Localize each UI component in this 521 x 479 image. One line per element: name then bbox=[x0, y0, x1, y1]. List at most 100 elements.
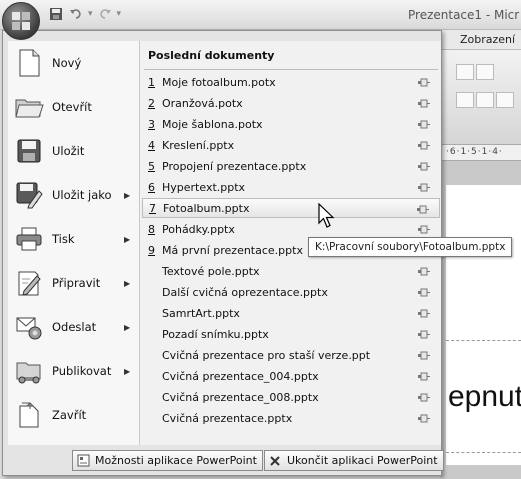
menu-command-label: Zavřít bbox=[52, 408, 87, 422]
recent-document-item[interactable]: 7 Fotoalbum.pptx bbox=[142, 198, 440, 218]
menu-command-close-document[interactable]: Zavřít bbox=[8, 393, 139, 437]
menu-command-publish[interactable]: Publikovat ▶ bbox=[8, 349, 139, 393]
recent-document-item[interactable]: Cvičná prezentace pro staší verze.ppt bbox=[142, 345, 440, 365]
menu-command-open-folder[interactable]: Otevřít bbox=[8, 85, 139, 129]
recent-document-name: Kreslení.pptx bbox=[162, 138, 235, 152]
undo-icon[interactable] bbox=[68, 6, 84, 22]
recent-document-name: SamrtArt.pptx bbox=[162, 306, 240, 320]
submenu-arrow-icon: ▶ bbox=[124, 366, 131, 376]
menu-command-label: Odeslat bbox=[52, 320, 97, 334]
numbering-icon[interactable] bbox=[476, 64, 494, 80]
slide[interactable] bbox=[446, 185, 521, 465]
pin-icon[interactable] bbox=[418, 371, 430, 381]
tooltip: K:\Pracovní soubory\Fotoalbum.pptx bbox=[308, 237, 513, 257]
menu-footer: Možnosti aplikace PowerPoint Ukončit apl… bbox=[8, 447, 444, 475]
menu-command-label: Nový bbox=[52, 56, 82, 70]
menu-command-prepare[interactable]: Připravit ▶ bbox=[8, 261, 139, 305]
recent-document-name: Fotoalbum.pptx bbox=[163, 201, 250, 215]
recent-document-item[interactable]: 3 Moje šablona.potx bbox=[142, 114, 440, 134]
recent-document-item[interactable]: 1 Moje fotoalbum.potx bbox=[142, 72, 440, 92]
options-button[interactable]: Možnosti aplikace PowerPoint bbox=[72, 450, 263, 471]
quick-access-toolbar: ▾ ▾ bbox=[48, 4, 121, 24]
recent-document-number: 9 bbox=[148, 243, 155, 257]
recent-document-name: Další cvičná oprezentace.pptx bbox=[162, 285, 328, 299]
recent-documents-header: Poslední dokumenty bbox=[148, 49, 275, 62]
recent-document-item[interactable]: SamrtArt.pptx bbox=[142, 303, 440, 323]
close-document-icon bbox=[14, 400, 44, 430]
recent-document-item[interactable]: Pozadí snímku.pptx bbox=[142, 324, 440, 344]
placeholder-border bbox=[446, 452, 521, 453]
menu-command-save-as[interactable]: Uložit jako ▶ bbox=[8, 173, 139, 217]
printer-icon bbox=[14, 224, 44, 254]
align-right-icon[interactable] bbox=[496, 92, 514, 108]
recent-document-number: 1 bbox=[148, 75, 155, 89]
publish-icon bbox=[14, 356, 44, 386]
recent-document-item[interactable]: 6 Hypertext.pptx bbox=[142, 177, 440, 197]
pin-icon[interactable] bbox=[418, 182, 430, 192]
pin-icon[interactable] bbox=[418, 392, 430, 402]
placeholder-border bbox=[446, 340, 521, 341]
menu-command-printer[interactable]: Tisk ▶ bbox=[8, 217, 139, 261]
exit-button[interactable]: Ukončit aplikaci PowerPoint bbox=[264, 450, 444, 471]
recent-document-item[interactable]: 2 Oranžová.potx bbox=[142, 93, 440, 113]
recent-document-name: Cvičná prezentace_008.pptx bbox=[162, 390, 319, 404]
exit-label: Ukončit aplikaci PowerPoint bbox=[287, 454, 438, 467]
menu-command-new-document[interactable]: Nový bbox=[8, 41, 139, 85]
pin-icon[interactable] bbox=[418, 329, 430, 339]
bullets-icon[interactable] bbox=[456, 64, 474, 80]
pin-icon[interactable] bbox=[418, 119, 430, 129]
options-icon bbox=[76, 454, 90, 468]
recent-document-number: 2 bbox=[148, 96, 155, 110]
ruler: ·6·1·5·1·4· bbox=[440, 145, 521, 161]
recent-document-item[interactable]: 8 Pohádky.pptx bbox=[142, 219, 440, 239]
recent-document-name: Cvičná prezentace_004.pptx bbox=[162, 369, 319, 383]
recent-document-item[interactable]: Cvičná prezentace.pptx bbox=[142, 408, 440, 428]
recent-document-item[interactable]: Textové pole.pptx bbox=[142, 261, 440, 281]
ribbon-tabs: Zobrazení bbox=[440, 30, 521, 50]
chevron-down-icon[interactable]: ▾ bbox=[88, 9, 93, 19]
pin-icon[interactable] bbox=[418, 413, 430, 423]
submenu-arrow-icon: ▶ bbox=[124, 278, 131, 288]
slide-title-text[interactable]: epnut bbox=[448, 380, 521, 414]
save-icon[interactable] bbox=[48, 6, 64, 22]
open-folder-icon bbox=[14, 92, 44, 122]
office-logo-icon bbox=[12, 12, 30, 30]
recent-document-item[interactable]: 5 Propojení prezentace.pptx bbox=[142, 156, 440, 176]
office-button[interactable] bbox=[2, 2, 40, 40]
redo-icon[interactable] bbox=[97, 6, 113, 22]
close-icon bbox=[268, 454, 282, 468]
pin-icon[interactable] bbox=[417, 204, 429, 214]
recent-document-item[interactable]: Cvičná prezentace_004.pptx bbox=[142, 366, 440, 386]
recent-document-item[interactable]: Cvičná prezentace_008.pptx bbox=[142, 387, 440, 407]
pin-icon[interactable] bbox=[418, 224, 430, 234]
tab-zobrazeni[interactable]: Zobrazení bbox=[460, 33, 515, 46]
send-icon bbox=[14, 312, 44, 342]
recent-document-name: Propojení prezentace.pptx bbox=[162, 159, 307, 173]
pin-icon[interactable] bbox=[418, 140, 430, 150]
pin-icon[interactable] bbox=[418, 77, 430, 87]
save-disk-icon bbox=[14, 136, 44, 166]
new-document-icon bbox=[14, 48, 44, 78]
recent-document-item[interactable]: Další cvičná oprezentace.pptx bbox=[142, 282, 440, 302]
ruler-marks: ·6·1·5·1·4· bbox=[446, 147, 503, 157]
recent-document-name: Hypertext.pptx bbox=[162, 180, 246, 194]
recent-document-number: 3 bbox=[148, 117, 155, 131]
recent-document-item[interactable]: 4 Kreslení.pptx bbox=[142, 135, 440, 155]
pin-icon[interactable] bbox=[418, 161, 430, 171]
recent-document-name: Moje šablona.potx bbox=[162, 117, 263, 131]
pin-icon[interactable] bbox=[418, 98, 430, 108]
pin-icon[interactable] bbox=[418, 266, 430, 276]
menu-command-send[interactable]: Odeslat ▶ bbox=[8, 305, 139, 349]
align-left-icon[interactable] bbox=[456, 92, 474, 108]
pin-icon[interactable] bbox=[418, 308, 430, 318]
customize-toolbar-icon[interactable]: ▾ bbox=[117, 9, 122, 19]
menu-command-save-disk[interactable]: Uložit bbox=[8, 129, 139, 173]
window-title: Prezentace1 - Micr bbox=[408, 8, 520, 22]
mouse-cursor-icon bbox=[318, 203, 335, 228]
pin-icon[interactable] bbox=[418, 287, 430, 297]
pin-icon[interactable] bbox=[418, 350, 430, 360]
recent-document-number: 8 bbox=[148, 222, 155, 236]
menu-commands: Nový Otevřít Uložit Uložit jako ▶ Tisk ▶ Připra… bbox=[8, 41, 139, 445]
align-center-icon[interactable] bbox=[476, 92, 494, 108]
submenu-arrow-icon: ▶ bbox=[124, 190, 131, 200]
